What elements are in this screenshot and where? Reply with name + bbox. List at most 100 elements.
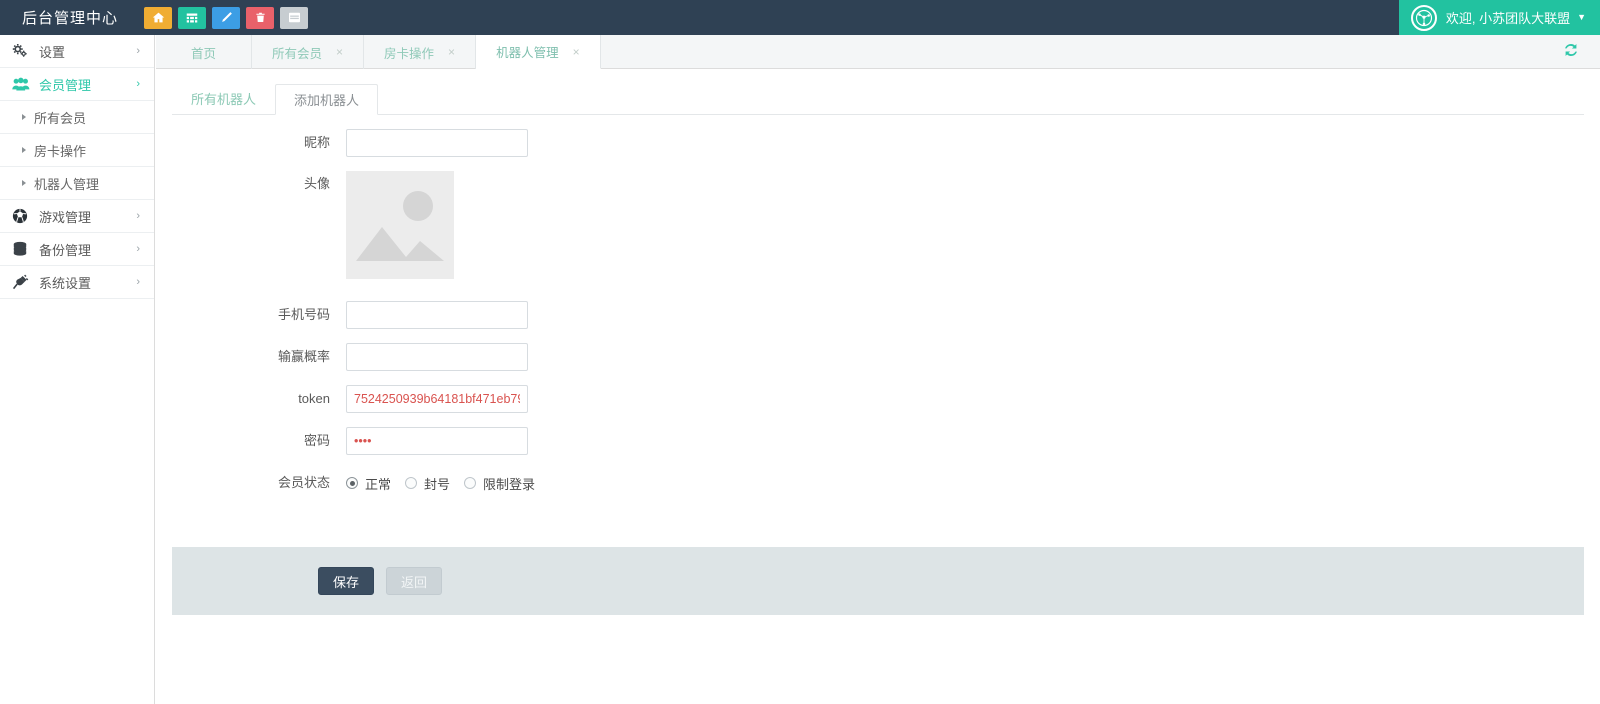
phone-input[interactable] <box>346 301 528 329</box>
grid-button[interactable] <box>178 7 206 29</box>
chevron-right-icon: › <box>136 210 140 222</box>
avatar-label: 头像 <box>156 171 346 197</box>
sidebar-subitem-label: 机器人管理 <box>34 174 99 193</box>
form-row-member-status: 会员状态 正常 封号 限制登录 <box>156 469 1600 497</box>
form-row-password: 密码 <box>156 427 1600 455</box>
refresh-icon <box>1562 41 1580 64</box>
radio-icon <box>464 477 476 489</box>
tab-list: 首页 所有会员 × 房卡操作 × 机器人管理 × <box>156 35 1600 69</box>
sidebar-navigation: 设置 › 会员管理 › 所有会员 房卡操作 机器人管理 <box>0 35 155 704</box>
nickname-input[interactable] <box>346 129 528 157</box>
sidebar-item-label: 会员管理 <box>39 75 91 94</box>
avatar[interactable] <box>346 171 454 279</box>
grid-icon <box>186 12 198 24</box>
home-button[interactable] <box>144 7 172 29</box>
member-status-label: 会员状态 <box>156 469 346 497</box>
delete-button[interactable] <box>246 7 274 29</box>
pencil-icon <box>220 11 233 24</box>
radio-icon <box>405 477 417 489</box>
win-rate-input[interactable] <box>346 343 528 371</box>
inner-tab-all-robots[interactable]: 所有机器人 <box>172 83 275 114</box>
sidebar-item-label: 备份管理 <box>39 240 91 259</box>
member-status-radio-group: 正常 封号 限制登录 <box>346 469 1600 497</box>
sidebar-item-backup-management[interactable]: 备份管理 › <box>0 233 154 266</box>
app-brand-title: 后台管理中心 <box>22 7 118 28</box>
home-icon <box>152 11 165 24</box>
user-network-icon <box>1411 5 1437 31</box>
password-label: 密码 <box>156 427 346 455</box>
form-row-phone: 手机号码 <box>156 301 1600 329</box>
main-content-area: 所有机器人 添加机器人 昵称 头像 <box>156 69 1600 704</box>
tab-home[interactable]: 首页 <box>156 35 252 69</box>
inner-tab-label: 所有机器人 <box>191 89 256 108</box>
form-row-win-rate: 输赢概率 <box>156 343 1600 371</box>
sidebar-item-label: 游戏管理 <box>39 207 91 226</box>
window-icon <box>288 12 301 23</box>
triangle-bullet-icon <box>22 147 26 153</box>
users-icon <box>12 77 32 92</box>
phone-label: 手机号码 <box>156 301 346 329</box>
tab-label: 机器人管理 <box>496 42 559 61</box>
sidebar-subitem-robot-management[interactable]: 机器人管理 <box>0 167 154 200</box>
radio-status-login-restricted[interactable]: 限制登录 <box>464 474 535 493</box>
tab-robot-management[interactable]: 机器人管理 × <box>476 35 601 69</box>
radio-status-normal[interactable]: 正常 <box>346 474 391 493</box>
inner-tab-bar: 所有机器人 添加机器人 <box>172 84 1584 115</box>
page-tab-bar: 首页 所有会员 × 房卡操作 × 机器人管理 × <box>156 35 1600 69</box>
back-button[interactable]: 返回 <box>386 567 442 595</box>
sidebar-item-system-settings[interactable]: 系统设置 › <box>0 266 154 299</box>
inner-tab-add-robot[interactable]: 添加机器人 <box>275 84 378 115</box>
inner-tab-label: 添加机器人 <box>294 90 359 109</box>
radio-status-banned[interactable]: 封号 <box>405 474 450 493</box>
token-label: token <box>156 385 346 413</box>
form-row-token: token <box>156 385 1600 413</box>
sidebar-item-label: 设置 <box>39 42 65 61</box>
sidebar-subitem-label: 所有会员 <box>34 108 86 127</box>
save-button[interactable]: 保存 <box>318 567 374 595</box>
gears-icon <box>12 43 32 59</box>
database-icon <box>12 241 32 257</box>
close-icon[interactable]: × <box>448 46 455 58</box>
sidebar-item-settings[interactable]: 设置 › <box>0 35 154 68</box>
chevron-right-icon: › <box>136 78 140 90</box>
sidebar-item-member-management[interactable]: 会员管理 › <box>0 68 154 101</box>
form-action-bar: 保存 返回 <box>172 547 1584 615</box>
quick-action-toolbar <box>144 7 308 29</box>
close-icon[interactable]: × <box>336 46 343 58</box>
win-rate-label: 输赢概率 <box>156 343 346 371</box>
nickname-label: 昵称 <box>156 129 346 157</box>
soccer-icon <box>12 208 32 224</box>
chevron-right-icon: › <box>136 276 140 288</box>
form-row-nickname: 昵称 <box>156 129 1600 157</box>
edit-button[interactable] <box>212 7 240 29</box>
tab-label: 房卡操作 <box>384 43 434 62</box>
token-input[interactable] <box>346 385 528 413</box>
triangle-bullet-icon <box>22 114 26 120</box>
tab-all-members[interactable]: 所有会员 × <box>252 35 364 69</box>
sidebar-subitem-all-members[interactable]: 所有会员 <box>0 101 154 134</box>
tab-room-card[interactable]: 房卡操作 × <box>364 35 476 69</box>
trash-icon <box>255 11 266 24</box>
password-input[interactable] <box>346 427 528 455</box>
broken-image-placeholder-icon <box>346 171 454 279</box>
radio-label: 封号 <box>424 474 450 493</box>
radio-label: 正常 <box>365 474 391 493</box>
close-icon[interactable]: × <box>573 46 580 58</box>
user-greeting-label: 欢迎, 小苏团队大联盟 <box>1446 8 1570 27</box>
window-button[interactable] <box>280 7 308 29</box>
sidebar-subitem-label: 房卡操作 <box>34 141 86 160</box>
chevron-right-icon: › <box>136 243 140 255</box>
sidebar-subitem-room-card[interactable]: 房卡操作 <box>0 134 154 167</box>
add-robot-form: 昵称 头像 手机号码 <box>156 129 1600 511</box>
triangle-bullet-icon <box>22 180 26 186</box>
sidebar-item-game-management[interactable]: 游戏管理 › <box>0 200 154 233</box>
chevron-right-icon: › <box>136 45 140 57</box>
refresh-button[interactable] <box>1552 35 1590 69</box>
sidebar-item-label: 系统设置 <box>39 273 91 292</box>
user-menu[interactable]: 欢迎, 小苏团队大联盟 ▼ <box>1399 0 1600 35</box>
top-header-bar: 后台管理中心 <box>0 0 1600 35</box>
form-row-avatar: 头像 <box>156 171 1600 279</box>
radio-icon <box>346 477 358 489</box>
chevron-down-icon[interactable]: ▼ <box>1577 13 1586 22</box>
tab-label: 首页 <box>191 43 216 62</box>
